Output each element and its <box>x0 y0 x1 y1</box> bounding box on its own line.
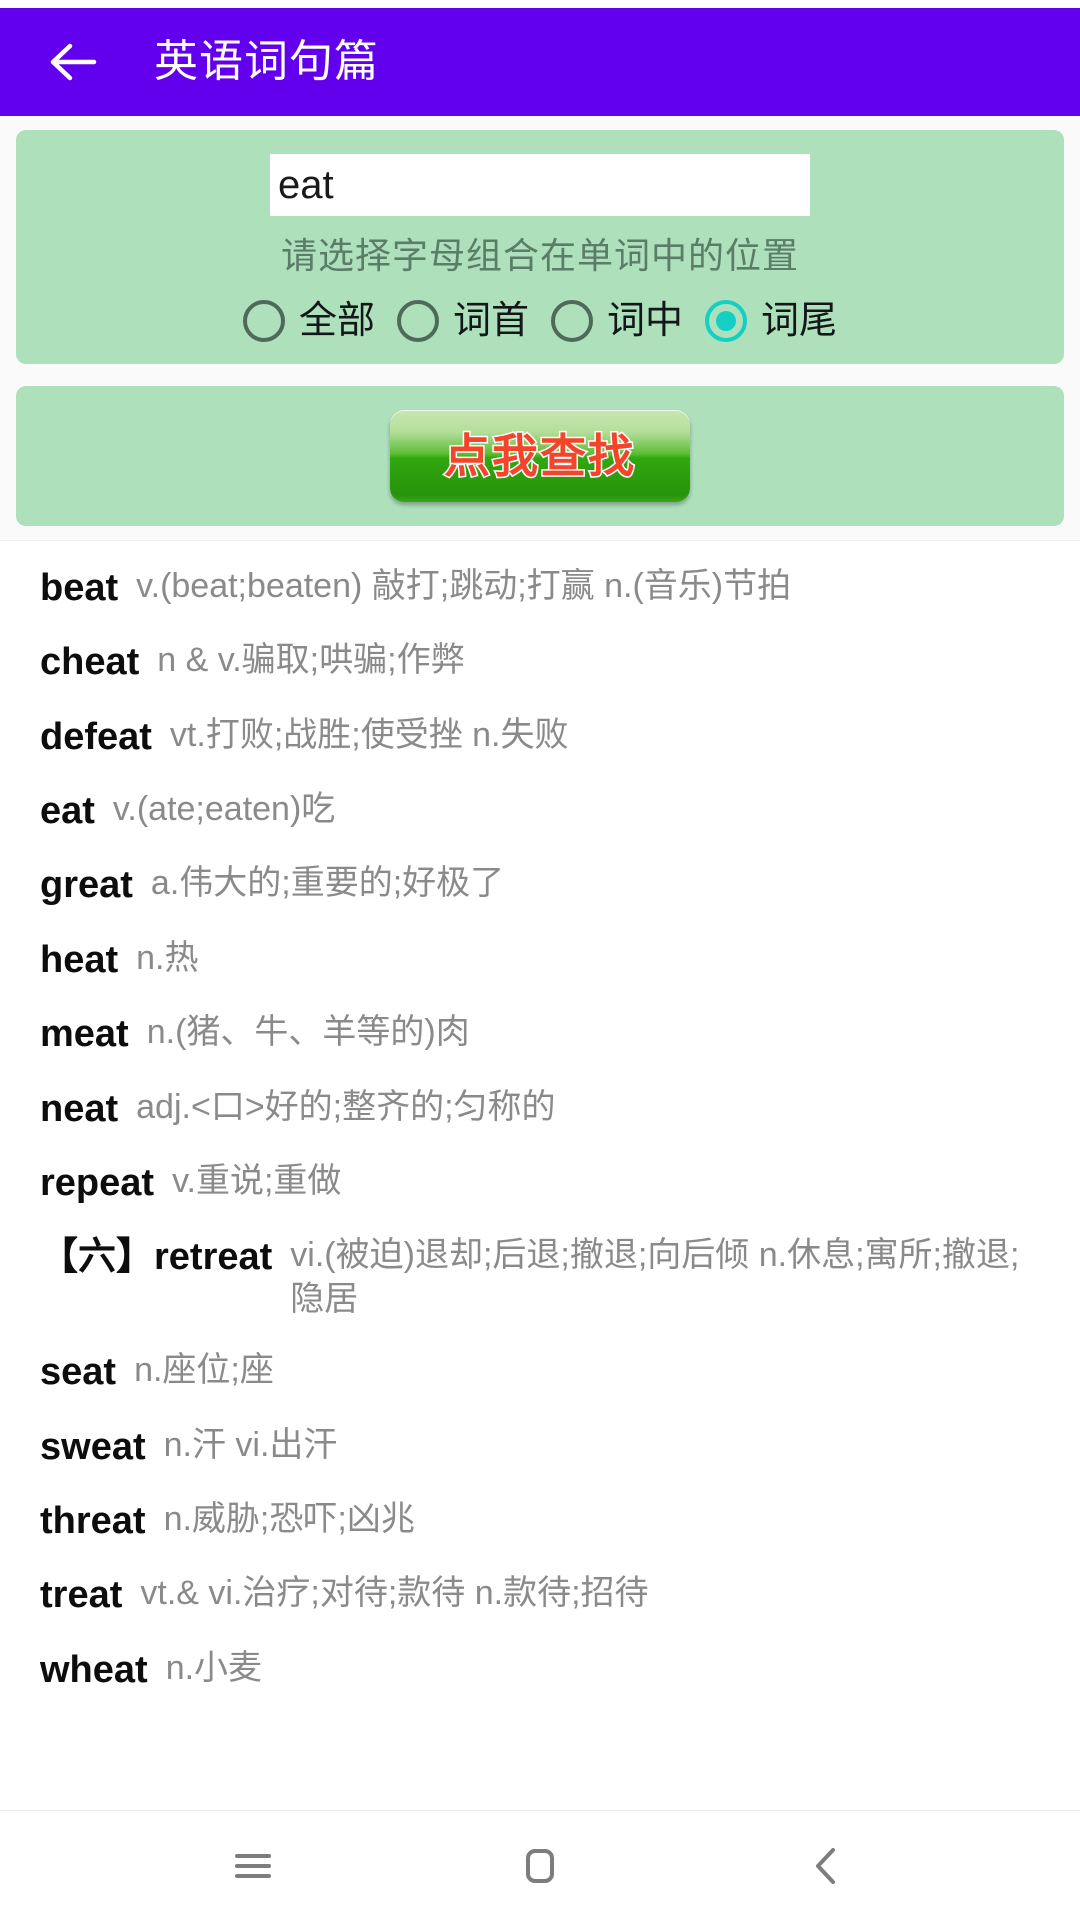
entry-word: eat <box>40 790 95 833</box>
entry-definition: v.重说;重做 <box>172 1161 342 1200</box>
action-panel: 点我查找 <box>16 386 1064 526</box>
entry-definition: n.汗 vi.出汗 <box>163 1425 338 1464</box>
radio-circle-icon <box>242 300 285 342</box>
entry-word: treat <box>40 1574 123 1617</box>
entry-definition: vt.& vi.治疗;对待;款待 n.款待;招待 <box>140 1574 649 1613</box>
entry-definition: vt.打败;战胜;使受挫 n.失败 <box>169 715 569 754</box>
list-item[interactable]: treat vt.& vi.治疗;对待;款待 n.款待;招待 <box>0 1572 1080 1618</box>
radio-option-prefix[interactable]: 词首 <box>391 300 535 342</box>
entry-definition: n.座位;座 <box>134 1351 274 1390</box>
entry-word: wheat <box>40 1648 148 1691</box>
search-hint-label: 请选择字母组合在单词中的位置 <box>280 235 799 276</box>
list-item[interactable]: neat adj.<口>好的;整齐的;匀称的 <box>0 1086 1080 1132</box>
entry-word: sweat <box>40 1425 146 1468</box>
list-item[interactable]: seat n.座位;座 <box>0 1349 1080 1395</box>
search-input[interactable] <box>270 154 810 216</box>
list-item[interactable]: heat n.热 <box>0 937 1080 983</box>
search-button[interactable]: 点我查找 <box>390 410 690 502</box>
list-item[interactable]: repeat v.重说;重做 <box>0 1160 1080 1206</box>
radio-option-suffix[interactable]: 词尾 <box>699 300 843 342</box>
radio-option-middle[interactable]: 词中 <box>545 300 689 342</box>
entry-definition: vi.(被迫)退却;后退;撤退;向后倾 n.休息;寓所;撤退;隐居 <box>290 1236 1020 1318</box>
radio-circle-icon <box>551 300 593 342</box>
radio-circle-icon <box>396 300 439 342</box>
radio-label: 词中 <box>607 300 684 342</box>
position-radio-group: 全部 词首 词中 词尾 <box>237 300 843 342</box>
radio-label: 词首 <box>452 300 529 342</box>
entry-word: repeat <box>40 1161 155 1204</box>
entry-definition: n.热 <box>136 938 199 977</box>
entry-word: heat <box>40 938 119 981</box>
entry-word: 【六】retreat <box>40 1236 273 1279</box>
list-item[interactable]: defeat vt.打败;战胜;使受挫 n.失败 <box>0 714 1080 760</box>
entry-word: neat <box>40 1087 119 1130</box>
list-item[interactable]: 【六】retreat vi.(被迫)退却;后退;撤退;向后倾 n.休息;寓所;撤… <box>0 1234 1080 1321</box>
content-scroll[interactable]: 请选择字母组合在单词中的位置 全部 词首 词中 词尾 <box>0 116 1080 1810</box>
entry-definition: adj.<口>好的;整齐的;匀称的 <box>136 1087 556 1126</box>
search-button-label: 点我查找 <box>443 429 636 483</box>
app-bar: 英语词句篇 <box>0 8 1080 116</box>
list-item[interactable]: great a.伟大的;重要的;好极了 <box>0 862 1080 908</box>
radio-label: 全部 <box>298 300 375 342</box>
entry-word: meat <box>40 1013 129 1056</box>
back-chevron-icon[interactable] <box>782 1821 872 1911</box>
entry-definition: n & v.骗取;哄骗;作弊 <box>157 641 465 680</box>
entry-word: cheat <box>40 641 140 684</box>
list-item[interactable]: threat n.威胁;恐吓;凶兆 <box>0 1498 1080 1544</box>
radio-label: 词尾 <box>761 300 838 342</box>
results-list: beat v.(beat;beaten) 敲打;跳动;打赢 n.(音乐)节拍 c… <box>0 540 1080 1810</box>
page-title: 英语词句篇 <box>154 37 379 86</box>
list-item[interactable]: wheat n.小麦 <box>0 1647 1080 1693</box>
entry-definition: v.(ate;eaten)吃 <box>112 790 336 829</box>
entry-word: beat <box>40 567 119 609</box>
system-navigation-bar <box>0 1810 1080 1920</box>
list-item[interactable]: sweat n.汗 vi.出汗 <box>0 1424 1080 1470</box>
menu-icon[interactable] <box>208 1821 298 1911</box>
list-item[interactable]: beat v.(beat;beaten) 敲打;跳动;打赢 n.(音乐)节拍 <box>0 565 1080 611</box>
entry-definition: v.(beat;beaten) 敲打;跳动;打赢 n.(音乐)节拍 <box>136 567 792 605</box>
entry-definition: a.伟大的;重要的;好极了 <box>150 864 505 903</box>
back-arrow-icon[interactable] <box>44 33 102 91</box>
search-panel: 请选择字母组合在单词中的位置 全部 词首 词中 词尾 <box>16 130 1064 364</box>
app-root: 英语词句篇 请选择字母组合在单词中的位置 全部 词首 词中 <box>0 0 1080 1920</box>
entry-word: great <box>40 864 133 907</box>
list-item[interactable]: cheat n & v.骗取;哄骗;作弊 <box>0 639 1080 685</box>
list-item[interactable]: meat n.(猪、牛、羊等的)肉 <box>0 1011 1080 1057</box>
entry-word: threat <box>40 1499 146 1542</box>
list-item[interactable]: eat v.(ate;eaten)吃 <box>0 788 1080 834</box>
entry-definition: n.(猪、牛、羊等的)肉 <box>146 1013 470 1052</box>
radio-option-all[interactable]: 全部 <box>237 300 381 342</box>
entry-definition: n.威胁;恐吓;凶兆 <box>163 1499 415 1538</box>
entry-word: defeat <box>40 715 152 758</box>
home-square-icon[interactable] <box>495 1821 585 1911</box>
status-strip <box>0 0 1080 8</box>
entry-word: seat <box>40 1351 117 1394</box>
entry-definition: n.小麦 <box>165 1648 263 1687</box>
radio-circle-selected-icon <box>705 300 748 342</box>
